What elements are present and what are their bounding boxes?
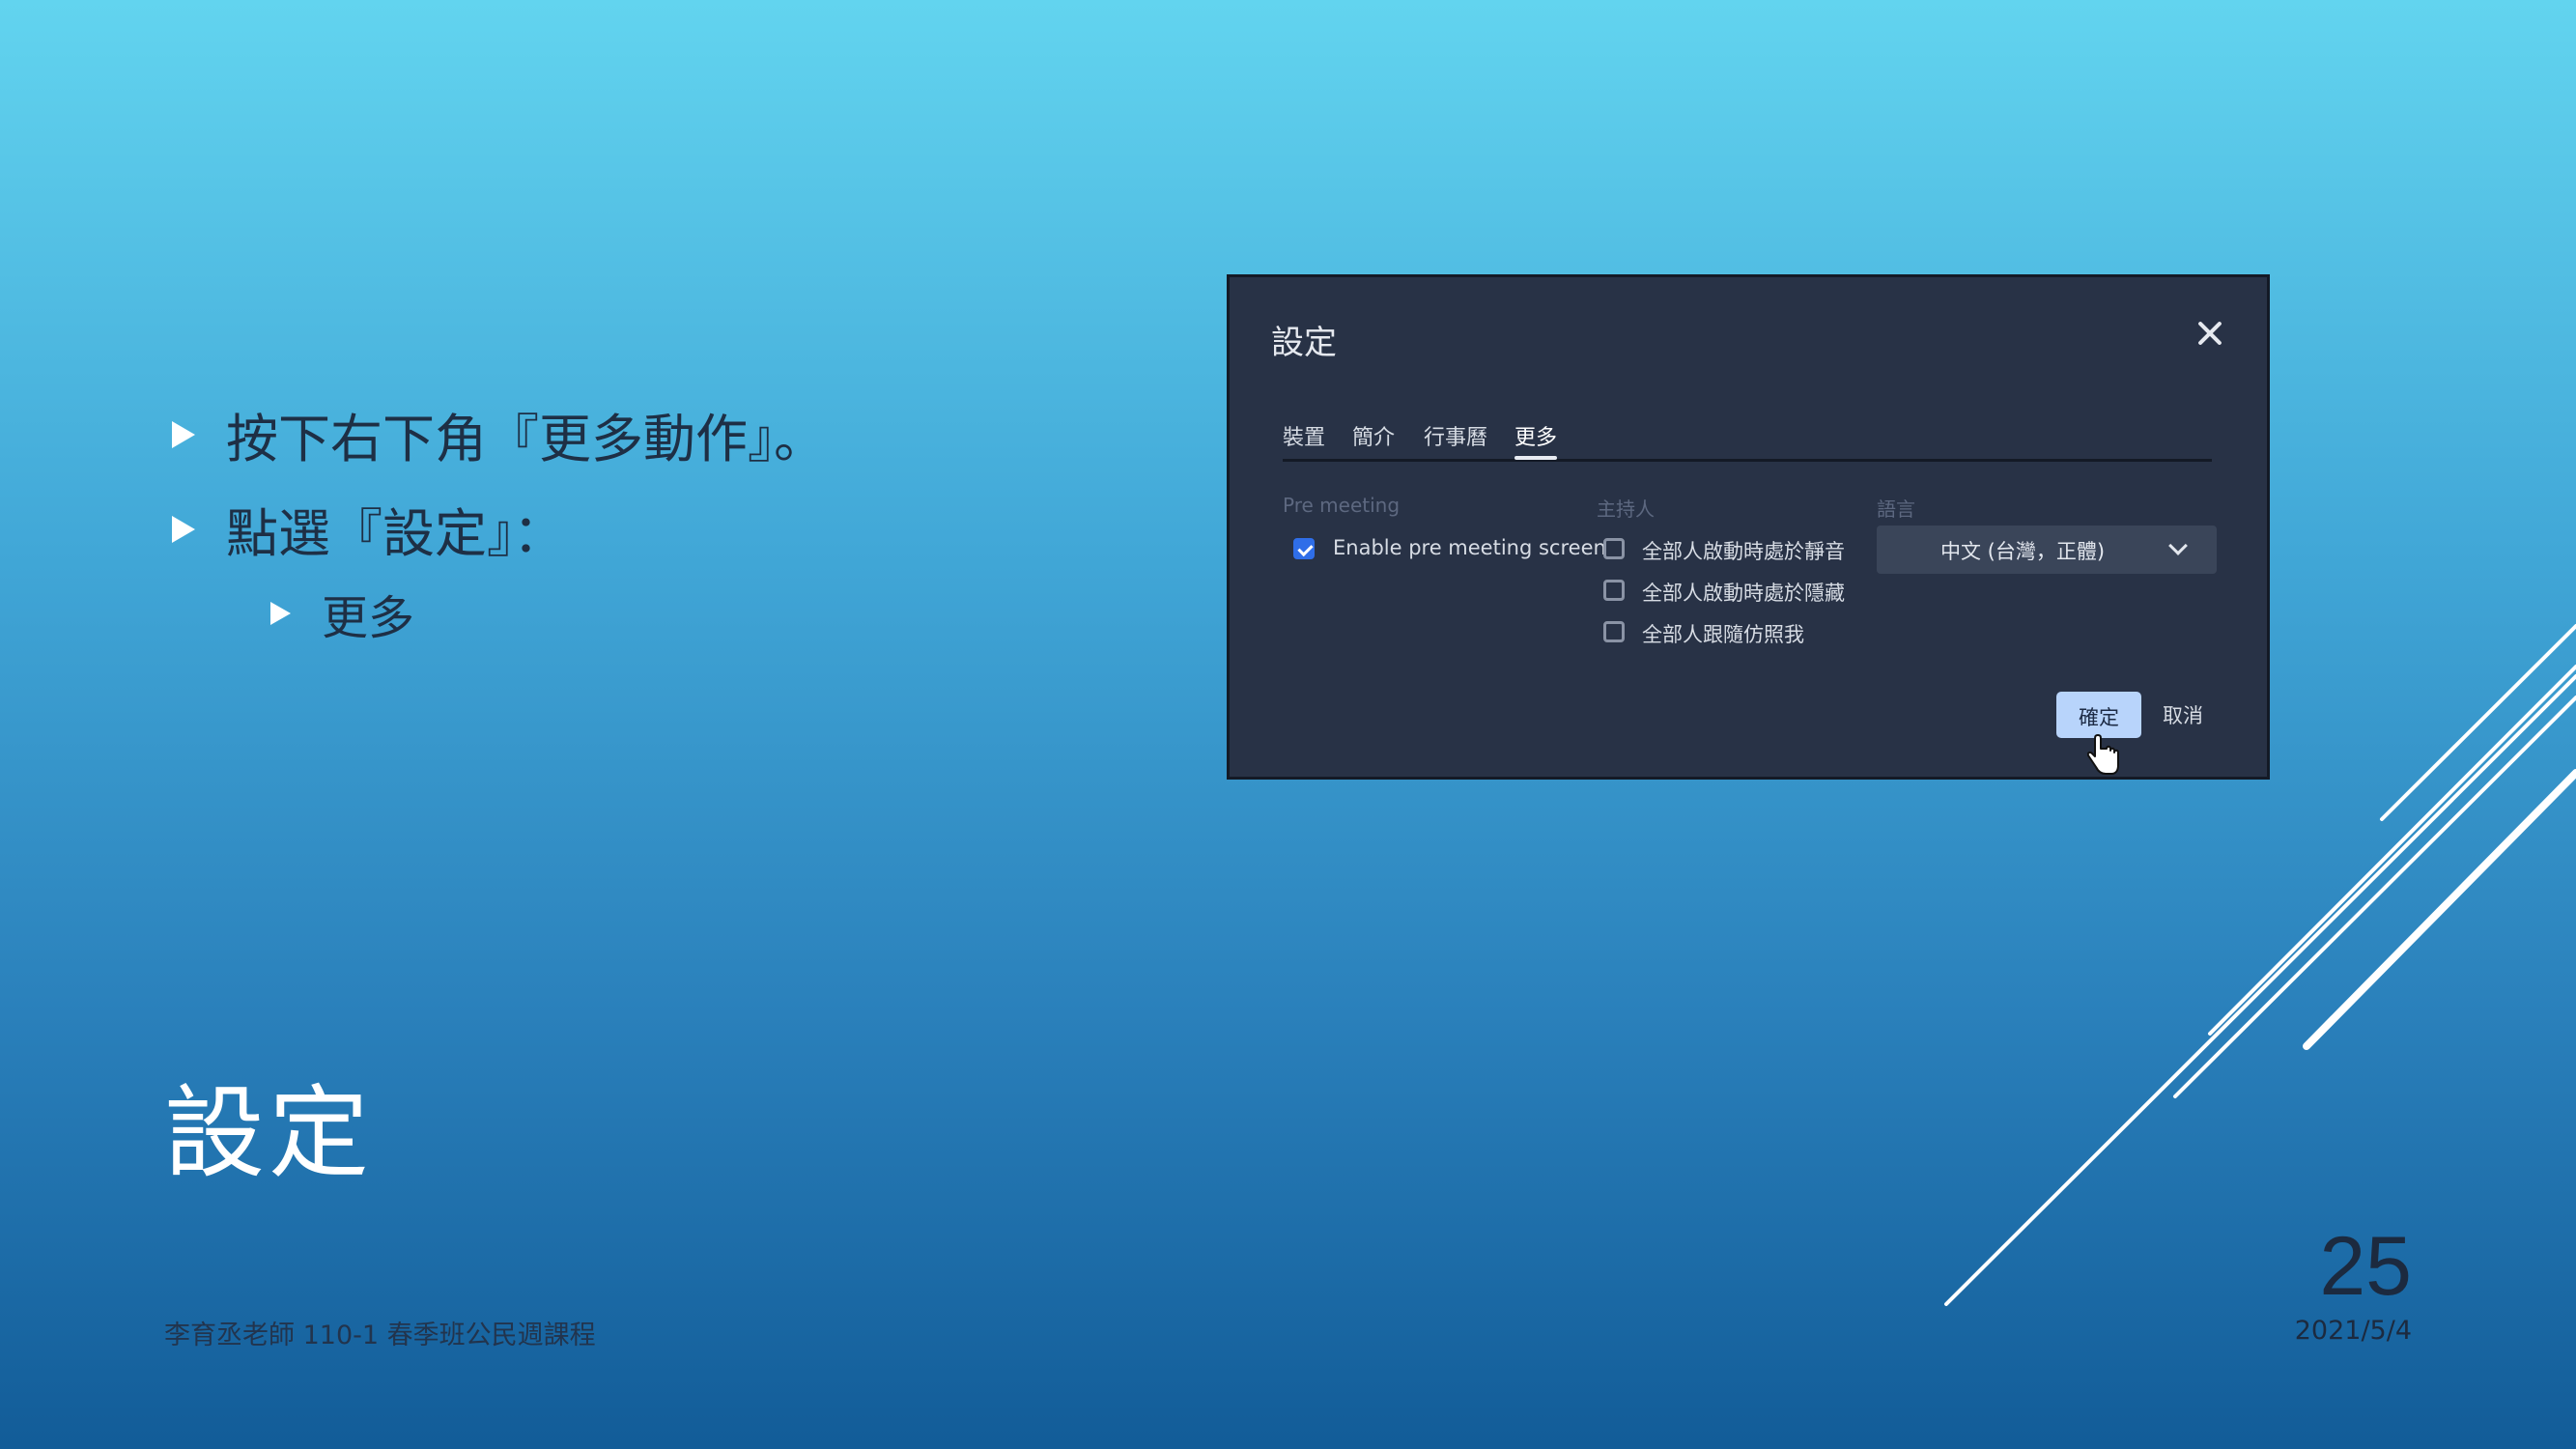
tab-more[interactable]: 更多 [1514, 420, 1558, 460]
chevron-down-icon [2168, 536, 2188, 555]
settings-dialog-screenshot: 設定 裝置 簡介 行事曆 更多 Pre meeting 主持人 語言 Enabl… [1227, 274, 2270, 780]
slide-date: 2021/5/4 [2294, 1316, 2412, 1346]
deco-line [2303, 769, 2576, 1050]
host-hide-checkbox[interactable] [1603, 580, 1625, 601]
bullet-item: 按下右下角『更多動作』。 [172, 396, 826, 472]
pre-meeting-checkbox[interactable] [1293, 538, 1315, 559]
footer-text: 李育丞老師 110-1 春季班公民週課程 [164, 1321, 596, 1350]
page-number: 25 [2319, 1220, 2412, 1313]
deco-line [2380, 624, 2576, 821]
language-value: 中文 (台灣，正體) [1940, 540, 2106, 563]
close-icon[interactable] [2191, 314, 2229, 353]
slide: 按下右下角『更多動作』。 點選『設定』： 更多 設定 李育丞老師 110-1 春… [0, 0, 2576, 1449]
language-header: 語言 [1877, 497, 1915, 521]
bullet-item: 點選『設定』： [172, 491, 565, 567]
language-select[interactable]: 中文 (台灣，正體) [1877, 526, 2217, 574]
triangle-bullet-icon [270, 602, 291, 625]
bullet-text: 按下右下角『更多動作』。 [226, 409, 826, 469]
host-option-label: 全部人啟動時處於靜音 [1642, 540, 1845, 563]
sub-bullet-item: 更多 [270, 580, 414, 647]
tab-devices[interactable]: 裝置 [1283, 420, 1325, 451]
ok-button-label: 確定 [2079, 707, 2119, 729]
triangle-bullet-icon [172, 515, 195, 543]
host-follow-checkbox[interactable] [1603, 621, 1625, 642]
bullet-text: 點選『設定』： [226, 503, 565, 564]
slide-title: 設定 [164, 1074, 374, 1192]
hand-cursor-icon [2087, 734, 2119, 775]
cancel-button[interactable]: 取消 [2163, 700, 2203, 729]
tab-calendar[interactable]: 行事曆 [1424, 420, 1487, 451]
host-header: 主持人 [1597, 497, 1655, 521]
dialog-title: 設定 [1271, 324, 1337, 362]
tab-profile[interactable]: 簡介 [1352, 420, 1395, 451]
host-option-label: 全部人啟動時處於隱藏 [1642, 582, 1845, 605]
host-option-label: 全部人跟隨仿照我 [1642, 623, 1804, 646]
pre-meeting-header: Pre meeting [1283, 494, 1401, 517]
bullet-text: 更多 [322, 591, 415, 645]
tab-bar: 裝置 簡介 行事曆 更多 [1283, 420, 2212, 462]
triangle-bullet-icon [172, 420, 195, 448]
pre-meeting-option-label: Enable pre meeting screen [1333, 536, 1606, 559]
host-mute-checkbox[interactable] [1603, 538, 1625, 559]
ok-button[interactable]: 確定 [2056, 692, 2141, 738]
